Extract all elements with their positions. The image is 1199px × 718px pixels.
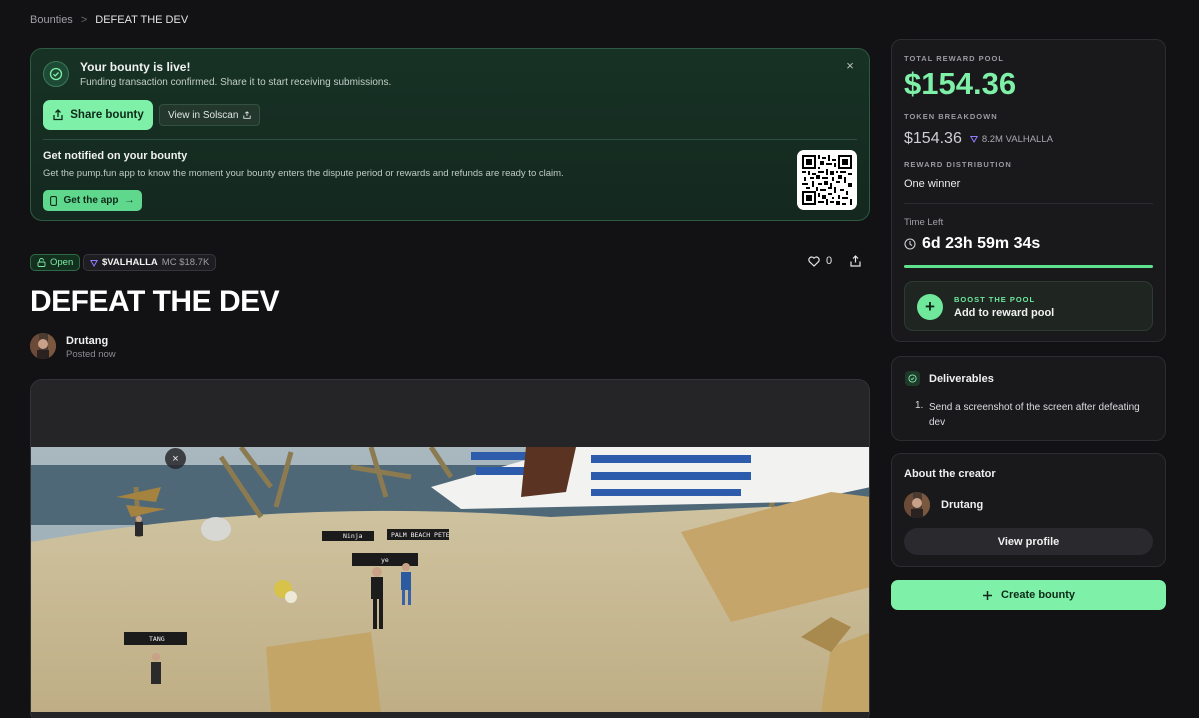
deliverable-text: Send a screenshot of the screen after de…	[929, 402, 1140, 428]
create-bounty-button[interactable]: Create bounty	[891, 580, 1166, 610]
view-profile-button[interactable]: View profile	[904, 528, 1153, 555]
heart-icon	[808, 255, 820, 267]
bounty-title: DEFEAT THE DEV	[30, 285, 280, 318]
game-screenshot: PALM BEACH PETE Ninja ye TANG	[31, 447, 869, 712]
distribution-label: REWARD DISTRIBUTION	[904, 160, 1012, 169]
boost-pool-button[interactable]: + BOOST THE POOL Add to reward pool	[904, 281, 1153, 331]
arrow-right-icon: →	[124, 195, 135, 206]
deliverable-number: 1.	[915, 400, 924, 411]
breadcrumb-bounties-link[interactable]: Bounties	[30, 14, 73, 26]
boost-caption: BOOST THE POOL	[954, 295, 1036, 304]
token-badge[interactable]: $VALHALLA MC $18.7K	[83, 254, 217, 271]
reward-amount: $154.36	[904, 66, 1017, 101]
banner-title: Your bounty is live!	[80, 60, 191, 74]
creator-card: About the creator Drutang View profile	[891, 453, 1166, 567]
creator-name[interactable]: Drutang	[941, 499, 983, 511]
time-progress-fill	[904, 265, 1153, 268]
share-bounty-label: Share bounty	[70, 109, 144, 121]
share-icon	[53, 109, 63, 121]
countdown: 6d 23h 59m 34s	[904, 235, 1040, 253]
share-bounty-button[interactable]: Share bounty	[43, 100, 153, 130]
plus-icon	[983, 590, 993, 600]
breadcrumb-current: DEFEAT THE DEV	[95, 14, 189, 26]
token-triangle-icon	[90, 259, 98, 267]
check-icon	[905, 371, 920, 386]
notify-title: Get notified on your bounty	[43, 150, 188, 162]
distribution-value: One winner	[904, 178, 961, 190]
status-badge: Open	[30, 254, 81, 271]
author-name[interactable]: Drutang	[66, 335, 108, 347]
view-in-solscan-button[interactable]: View in Solscan	[159, 104, 261, 126]
plus-icon: +	[917, 294, 943, 320]
token-symbol: $VALHALLA	[102, 257, 158, 268]
time-left-label: Time Left	[904, 217, 944, 228]
check-circle-icon	[43, 61, 69, 87]
nameplate-ye: ye	[381, 556, 389, 564]
deliverables-title: Deliverables	[929, 373, 994, 385]
notify-text: Get the pump.fun app to know the moment …	[43, 168, 564, 179]
token-breakdown-label: TOKEN BREAKDOWN	[904, 112, 998, 121]
reward-pool-card: TOTAL REWARD POOL $154.36 TOKEN BREAKDOW…	[891, 39, 1166, 342]
media-close-button[interactable]: ×	[165, 448, 186, 469]
reward-pool-label: TOTAL REWARD POOL	[904, 54, 1004, 63]
qr-code	[797, 150, 857, 210]
phone-icon	[50, 195, 58, 206]
share-icon[interactable]	[850, 255, 861, 267]
token-breakdown: $154.36 8.2M VALHALLA	[904, 130, 1053, 148]
deliverables-card: Deliverables 1. Send a screenshot of the…	[891, 356, 1166, 441]
bounty-live-banner: Your bounty is live! Funding transaction…	[30, 48, 870, 221]
create-bounty-label: Create bounty	[1001, 589, 1075, 601]
lock-open-icon	[37, 258, 46, 267]
nameplate-ninja: Ninja	[343, 532, 363, 540]
get-the-app-button[interactable]: Get the app →	[43, 190, 142, 211]
avatar[interactable]	[904, 492, 930, 518]
time-progress-bar	[904, 265, 1153, 268]
external-link-icon	[243, 111, 252, 119]
nameplate-tang: TANG	[149, 635, 165, 643]
token-triangle-icon	[969, 136, 978, 143]
time-left-value: 6d 23h 59m 34s	[922, 235, 1041, 252]
creator-heading: About the creator	[904, 468, 996, 480]
like-button[interactable]: 0	[808, 255, 832, 267]
boost-title: Add to reward pool	[954, 307, 1055, 319]
media-preview: PALM BEACH PETE Ninja ye TANG ×	[30, 379, 870, 718]
nameplate-palm-beach-pete: PALM BEACH PETE	[391, 531, 450, 539]
posted-time: Posted now	[66, 349, 116, 360]
like-count: 0	[826, 255, 833, 267]
reward-divider	[904, 203, 1153, 204]
banner-divider	[43, 139, 857, 140]
avatar[interactable]	[30, 333, 56, 359]
status-label: Open	[50, 257, 74, 268]
token-breakdown-tokens: 8.2M VALHALLA	[981, 133, 1053, 145]
clock-icon	[904, 238, 916, 250]
solscan-label: View in Solscan	[168, 109, 239, 121]
token-breakdown-amount: 8.2M VALHALLA	[969, 133, 1053, 145]
breadcrumb: Bounties > DEFEAT THE DEV	[30, 14, 188, 26]
token-market-cap: MC $18.7K	[161, 257, 210, 268]
get-the-app-label: Get the app	[63, 195, 119, 206]
banner-subtitle: Funding transaction confirmed. Share it …	[80, 77, 392, 88]
close-icon[interactable]: ×	[843, 59, 857, 73]
breadcrumb-separator: >	[80, 14, 88, 26]
token-breakdown-usd: $154.36	[904, 130, 962, 147]
